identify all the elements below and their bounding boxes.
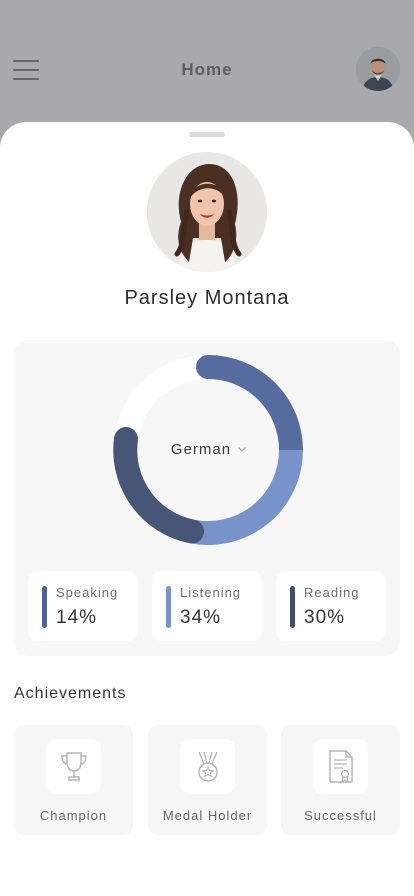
achievements-heading: Achievements [14, 685, 127, 702]
profile-photo [147, 152, 267, 272]
app-header: Home [0, 0, 414, 130]
stat-label: Reading [304, 585, 360, 600]
achievement-label: Champion [39, 808, 108, 823]
achievement-label: Successful [304, 808, 377, 823]
stat-color-bar [42, 586, 47, 628]
certificate-icon [328, 749, 353, 783]
stat-value: 34% [180, 607, 222, 628]
sheet-grabber[interactable] [189, 132, 225, 137]
stat-speaking: Speaking 14% [28, 571, 138, 641]
achievement-icon-tile [180, 739, 235, 794]
stat-color-bar [290, 586, 295, 628]
stat-label: Speaking [56, 585, 119, 600]
donut-segment-listening [180, 438, 303, 546]
chevron-down-icon [238, 447, 247, 452]
page-title: Home [181, 60, 233, 79]
profile-name: Parsley Montana [124, 287, 290, 309]
stat-reading: Reading 30% [276, 571, 386, 641]
user-avatar[interactable] [356, 47, 400, 91]
profile-sheet: Parsley Montana German Speaking 14% List… [0, 122, 414, 896]
stat-color-bar [166, 586, 171, 628]
achievement-champion[interactable]: Champion [14, 725, 133, 835]
achievement-medal-holder[interactable]: Medal Holder [148, 725, 267, 835]
stat-value: 14% [56, 607, 98, 628]
stat-value: 30% [304, 607, 346, 628]
language-stats-card: German Speaking 14% Listening 34% Readin… [14, 340, 400, 656]
achievement-icon-tile [313, 739, 368, 794]
achievement-successful[interactable]: Successful [281, 725, 400, 835]
stat-label: Listening [180, 585, 242, 600]
achievement-icon-tile [46, 739, 101, 794]
stat-listening: Listening 34% [152, 571, 262, 641]
medal-icon [197, 751, 218, 782]
language-selector[interactable]: German [154, 438, 264, 460]
language-selected-label: German [170, 440, 232, 458]
achievement-label: Medal Holder [162, 808, 253, 823]
trophy-icon [60, 751, 87, 781]
